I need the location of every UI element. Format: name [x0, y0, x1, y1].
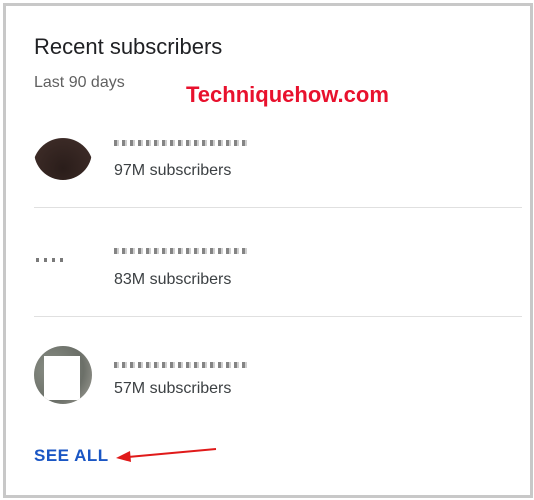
subscriber-row[interactable]: 83M subscribers [34, 208, 522, 316]
avatar-placeholder [36, 258, 66, 262]
row-divider [34, 316, 522, 317]
avatar-redaction [44, 356, 80, 400]
annotation-arrow-icon [116, 448, 217, 462]
subscriber-avatar[interactable] [34, 230, 92, 288]
subscriber-avatar[interactable] [34, 122, 92, 180]
subscriber-count: 83M subscribers [114, 271, 232, 288]
subscriber-row[interactable]: 97M subscribers [34, 100, 522, 208]
subscriber-count: 97M subscribers [114, 162, 232, 179]
card-title: Recent subscribers [34, 34, 223, 59]
subscriber-name-redacted[interactable] [114, 362, 250, 368]
card-subtitle: Last 90 days [34, 74, 125, 91]
subscriber-avatar[interactable] [34, 346, 92, 404]
subscriber-name-redacted[interactable] [114, 140, 250, 146]
subscriber-name-redacted[interactable] [114, 248, 250, 254]
subscriber-row[interactable]: 57M subscribers [34, 324, 522, 432]
subscriber-count: 57M subscribers [114, 380, 232, 397]
see-all-link[interactable]: SEE ALL [34, 446, 109, 466]
